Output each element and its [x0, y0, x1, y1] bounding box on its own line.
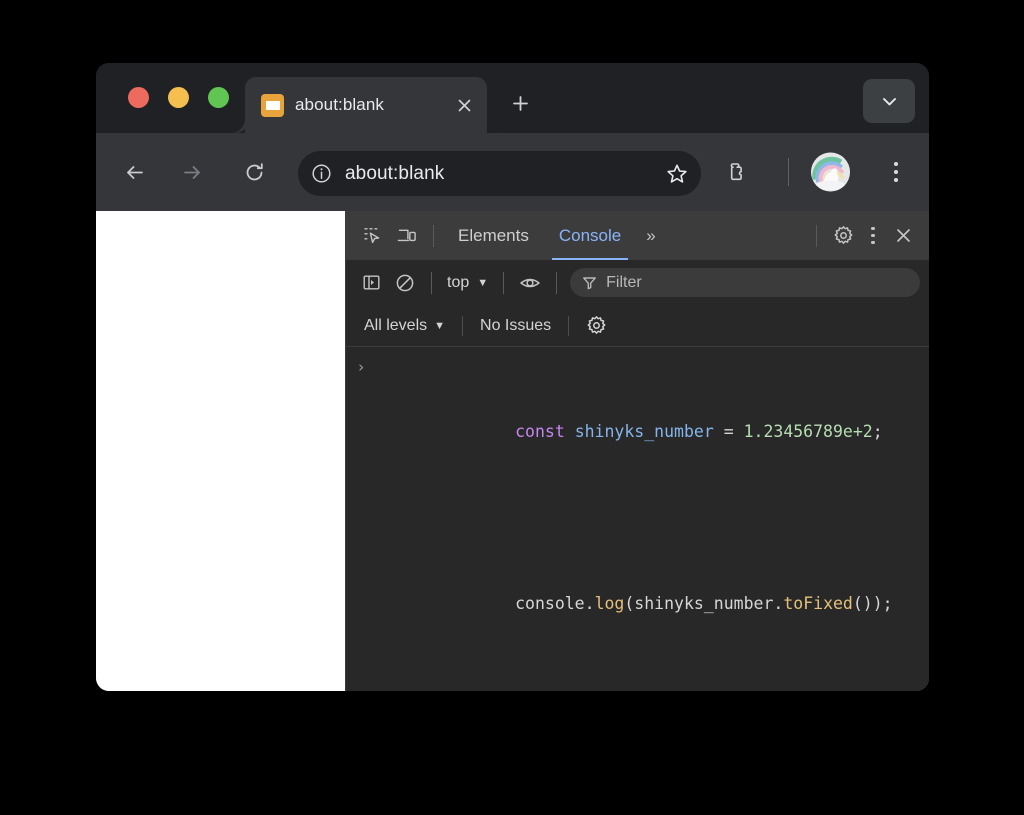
console-filter-bar: All levels ▼ No Issues — [346, 305, 929, 347]
browser-window: about:blank about:blank Elements Console… — [96, 63, 929, 691]
console-toolbar-divider-2 — [503, 271, 505, 294]
devtools-close-icon[interactable] — [886, 219, 920, 253]
forward-button[interactable] — [172, 152, 212, 192]
console-input-caret: › — [356, 358, 366, 376]
levels-label: All levels — [364, 316, 428, 334]
toolbar-divider — [788, 158, 789, 186]
console-issues-button[interactable]: No Issues — [476, 317, 555, 335]
address-bar-url: about:blank — [345, 162, 445, 184]
console-toolbar-divider — [431, 271, 432, 294]
reload-button[interactable] — [234, 152, 274, 192]
devtools-more-options-icon[interactable] — [860, 221, 886, 251]
page-viewport[interactable] — [96, 211, 345, 691]
console-settings-gear-icon[interactable] — [582, 315, 611, 336]
tab-label: Console — [558, 225, 622, 245]
issues-label: No Issues — [480, 316, 552, 334]
browser-menu-icon[interactable] — [881, 155, 911, 189]
tab-close-icon[interactable] — [451, 92, 477, 118]
tab-search-button[interactable] — [863, 79, 915, 123]
code-line-1: const shinyks_number = 1.23456789e+2; — [515, 422, 883, 442]
chevron-down-icon: ▼ — [434, 319, 446, 332]
window-close-button[interactable] — [128, 87, 149, 108]
new-tab-button[interactable] — [504, 87, 536, 119]
funnel-icon — [582, 275, 597, 290]
console-body[interactable]: › const shinyks_number = 1.23456789e+2; … — [346, 347, 929, 691]
filterbar-divider — [462, 315, 464, 336]
tab-corner-mask-left — [231, 119, 245, 133]
profile-avatar[interactable] — [811, 152, 850, 192]
filterbar-divider-2 — [568, 315, 570, 336]
device-toolbar-icon[interactable] — [390, 219, 424, 253]
back-button[interactable] — [114, 152, 154, 192]
console-filter-input[interactable]: Filter — [570, 268, 920, 297]
code-line-4: console.log(shinyks_number.toFixed(1)); — [376, 679, 929, 691]
console-input-entry: › const shinyks_number = 1.23456789e+2; … — [346, 350, 929, 691]
chevron-down-icon: ▼ — [477, 276, 489, 289]
tab-strip: about:blank — [96, 63, 929, 133]
devtools-tabbar: Elements Console » — [346, 211, 929, 260]
console-sidebar-toggle-icon[interactable] — [354, 266, 388, 300]
address-bar[interactable]: about:blank — [298, 151, 701, 196]
tab-title: about:blank — [295, 95, 385, 114]
context-label: top — [447, 273, 470, 291]
window-zoom-button[interactable] — [208, 87, 229, 108]
browser-nav-toolbar: about:blank — [96, 133, 929, 211]
filter-placeholder: Filter — [606, 273, 642, 291]
console-context-selector[interactable]: top ▼ — [441, 274, 494, 292]
content-area: Elements Console » top ▼ Filter All leve… — [96, 211, 929, 691]
tab-label: Elements — [458, 225, 529, 245]
star-icon[interactable] — [665, 162, 689, 186]
clear-console-icon[interactable] — [388, 266, 422, 300]
console-log-levels-dropdown[interactable]: All levels ▼ — [360, 317, 449, 335]
console-input-code: const shinyks_number = 1.23456789e+2; co… — [376, 357, 929, 691]
devtools-more-tabs-icon[interactable]: » — [636, 211, 665, 260]
console-toolbar: top ▼ Filter — [346, 260, 929, 305]
window-minimize-button[interactable] — [168, 87, 189, 108]
live-expression-eye-icon[interactable] — [513, 266, 547, 300]
extensions-icon[interactable] — [724, 160, 749, 185]
devtools-tab-console[interactable]: Console — [544, 211, 636, 260]
console-toolbar-divider-3 — [556, 271, 558, 294]
page-favicon-icon — [261, 93, 284, 117]
devtools-tabbar-actions — [807, 219, 929, 253]
code-line-3: console.log(shinyks_number.toFixed()); — [515, 593, 893, 613]
window-traffic-lights — [128, 87, 229, 108]
inspect-element-icon[interactable] — [356, 219, 390, 253]
tab-corner-mask-right — [487, 119, 501, 133]
site-info-icon[interactable] — [310, 162, 333, 185]
devtools-settings-gear-icon[interactable] — [826, 219, 860, 253]
browser-tab-about-blank[interactable]: about:blank — [231, 77, 501, 133]
tabbar-divider-right — [816, 224, 817, 247]
devtools-panel: Elements Console » top ▼ Filter All leve… — [345, 211, 929, 691]
devtools-tab-elements[interactable]: Elements — [443, 211, 544, 260]
tabbar-divider — [433, 224, 434, 247]
